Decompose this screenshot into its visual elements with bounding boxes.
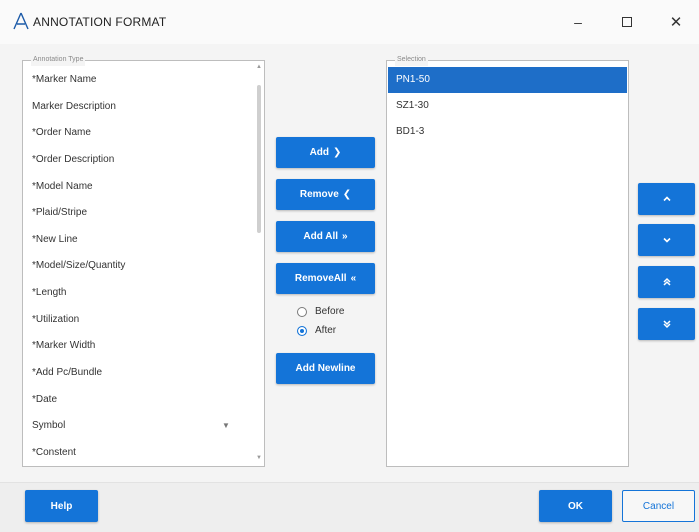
list-item[interactable]: *Marker Width xyxy=(23,333,253,360)
annotation-type-legend: Annotation Type xyxy=(31,54,86,66)
list-item[interactable]: Marker Description xyxy=(23,94,253,121)
maximize-icon xyxy=(622,17,632,27)
list-item[interactable]: *Order Name xyxy=(23,120,253,147)
remove-button[interactable]: Remove ❮ xyxy=(276,179,375,210)
list-item[interactable]: *Add Pc/Bundle xyxy=(23,360,253,387)
minimize-icon: – xyxy=(574,14,582,30)
window-title: ANNOTATION FORMAT xyxy=(33,15,167,29)
double-chevron-right-icon: » xyxy=(342,231,348,242)
annotation-type-group: Annotation Type *Marker Name Marker Desc… xyxy=(22,54,265,467)
move-top-button[interactable] xyxy=(638,266,695,298)
double-chevron-down-icon xyxy=(662,320,671,329)
chevron-right-icon: ❯ xyxy=(333,147,342,158)
close-icon: ✕ xyxy=(669,14,683,31)
chevron-up-icon xyxy=(662,196,671,202)
list-item[interactable]: *Model Name xyxy=(23,174,253,201)
list-item[interactable]: *Utilization xyxy=(23,307,253,334)
move-bottom-button[interactable] xyxy=(638,308,695,340)
before-radio[interactable]: Before xyxy=(297,306,344,317)
chevron-left-icon: ❮ xyxy=(342,189,352,200)
list-item[interactable]: *Plaid/Stripe xyxy=(23,200,253,227)
help-button[interactable]: Help xyxy=(25,490,98,522)
list-item-selected[interactable]: PN1-50 xyxy=(388,67,627,93)
add-all-button[interactable]: Add All» xyxy=(276,221,375,252)
radio-checked-icon[interactable] xyxy=(297,325,307,336)
selection-list[interactable]: PN1-50 SZ1-30 BD1-3 xyxy=(388,67,627,145)
list-item[interactable]: BD1-3 xyxy=(388,119,627,145)
annotation-type-list[interactable]: *Marker Name Marker Description *Order N… xyxy=(23,67,253,467)
list-item[interactable]: SZ1-30 xyxy=(388,93,627,119)
annotation-type-scrollbar[interactable]: ▲ ▼ xyxy=(254,61,264,466)
list-item[interactable]: *Marker Name xyxy=(23,67,253,94)
add-newline-button[interactable]: Add Newline xyxy=(276,353,375,384)
cancel-button[interactable]: Cancel xyxy=(622,490,695,522)
list-item[interactable]: *Constent xyxy=(23,440,253,467)
ok-button[interactable]: OK xyxy=(539,490,612,522)
scroll-up-icon[interactable]: ▲ xyxy=(256,64,262,70)
app-logo-icon xyxy=(13,12,29,30)
maximize-button[interactable] xyxy=(609,8,645,36)
list-item[interactable]: *Model/Size/Quantity xyxy=(23,253,253,280)
list-item[interactable]: *Length xyxy=(23,280,253,307)
symbol-dropdown[interactable]: Symbol ▼ xyxy=(23,413,253,440)
after-radio[interactable]: After xyxy=(297,325,336,336)
chevron-down-icon xyxy=(662,237,671,243)
remove-all-button[interactable]: RemoveAll « xyxy=(276,263,375,294)
minimize-button[interactable]: – xyxy=(560,8,596,36)
double-chevron-up-icon xyxy=(662,277,671,286)
selection-group: Selection PN1-50 SZ1-30 BD1-3 xyxy=(386,54,629,467)
move-down-button[interactable] xyxy=(638,224,695,256)
list-item[interactable]: *New Line xyxy=(23,227,253,254)
close-button[interactable]: ✕ xyxy=(658,8,694,36)
radio-unchecked-icon[interactable] xyxy=(297,306,307,317)
list-item[interactable]: *Order Description xyxy=(23,147,253,174)
add-button[interactable]: Add ❯ xyxy=(276,137,375,168)
chevron-down-icon[interactable]: ▼ xyxy=(222,413,230,440)
selection-legend: Selection xyxy=(395,54,428,66)
scroll-down-icon[interactable]: ▼ xyxy=(256,455,262,461)
double-chevron-left-icon: « xyxy=(350,273,357,284)
scrollbar-thumb[interactable] xyxy=(257,85,261,233)
title-bar: ANNOTATION FORMAT – ✕ xyxy=(0,0,699,44)
list-item[interactable]: *Date xyxy=(23,387,253,414)
move-up-button[interactable] xyxy=(638,183,695,215)
